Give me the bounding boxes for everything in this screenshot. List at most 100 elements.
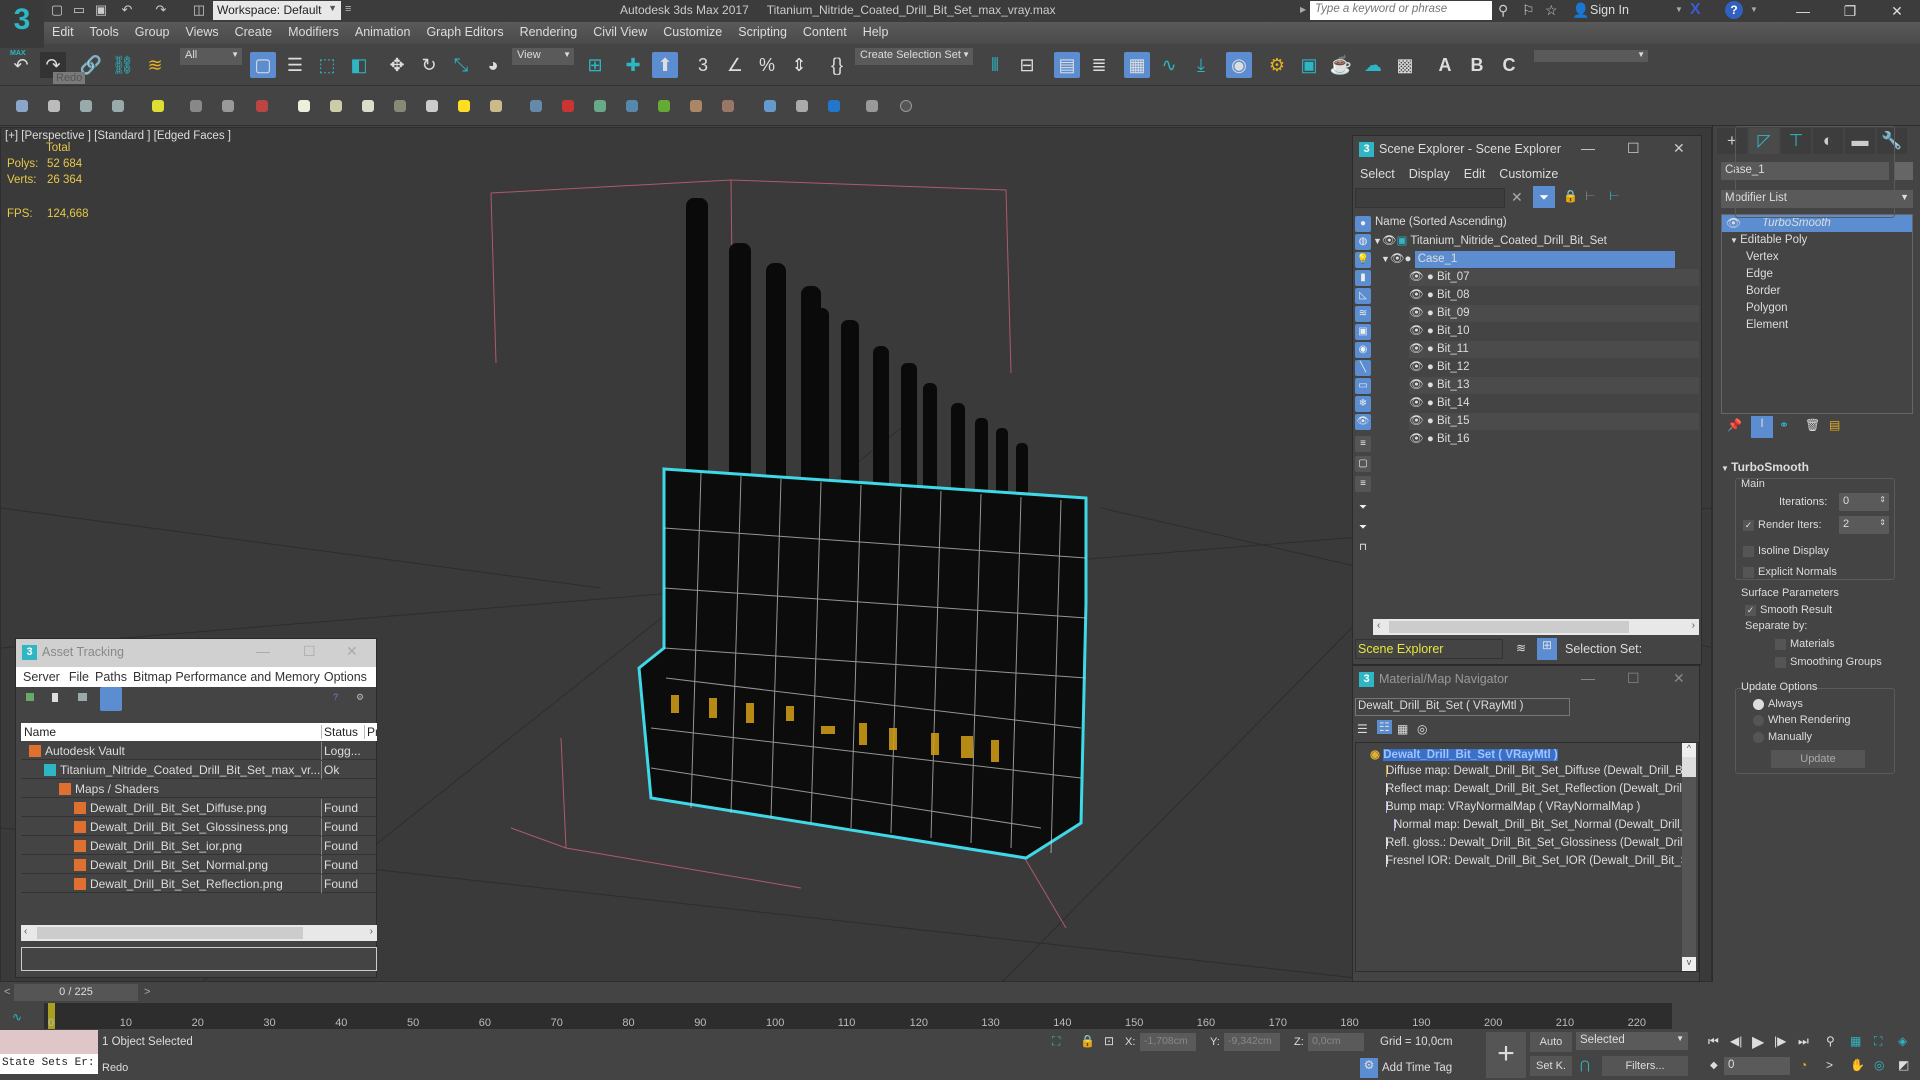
chevron-down-icon[interactable]: ▼ [1750, 5, 1758, 14]
fur-icon[interactable] [626, 100, 638, 112]
map-item[interactable]: Refl. gloss.: Dewalt_Drill_Bit_Set_Gloss… [1386, 837, 1686, 849]
zoom-extents-icon[interactable]: ⛶ [1874, 1034, 1882, 1049]
maximize-button[interactable]: ☐ [1627, 670, 1640, 687]
menu-customize[interactable]: Customize [655, 22, 730, 42]
visibility-eye-icon[interactable]: 👁 [1382, 235, 1397, 247]
star-icon[interactable]: ☆ [1545, 2, 1558, 19]
tree-node[interactable]: 👁 ● Bit_08 [1409, 287, 1699, 304]
server-icon[interactable] [26, 693, 34, 701]
angle-snap-icon[interactable]: ∠ [722, 52, 748, 78]
scene-search-input[interactable] [1355, 188, 1505, 208]
menu-help[interactable]: Help [855, 22, 897, 42]
manually-radio[interactable]: Manually [1753, 731, 1812, 743]
previous-frame-icon[interactable]: ◀| [1730, 1034, 1742, 1048]
filter-icon[interactable]: ⏷ [1355, 520, 1371, 536]
horizontal-scrollbar[interactable]: ‹ › [21, 925, 377, 941]
tree-node[interactable]: 👁 ● Bit_16 [1409, 431, 1699, 448]
vray-settings-icon[interactable] [866, 100, 878, 112]
pin-stack-icon[interactable]: 📌 [1727, 418, 1742, 432]
explicit-normals-checkbox[interactable]: Explicit Normals [1743, 566, 1837, 578]
pivot-center-icon[interactable]: ⊞ [582, 52, 608, 78]
mesh-light-icon[interactable] [394, 100, 406, 112]
materials-checkbox[interactable]: Materials [1775, 638, 1835, 650]
asset-row[interactable]: Dewalt_Drill_Bit_Set_Glossiness.png Found [21, 818, 377, 836]
scroll-left-icon[interactable]: ‹ [1377, 620, 1380, 631]
list-icons-view-icon[interactable]: ☷ [1377, 720, 1392, 734]
placement-icon[interactable]: ◕ [480, 52, 506, 78]
scene-explorer-toggle-icon[interactable]: ▤ [1054, 52, 1080, 78]
asset-row[interactable]: Autodesk Vault Logg... [21, 742, 377, 760]
subobject-edge[interactable]: Edge [1746, 268, 1773, 280]
key-filters-button[interactable]: Filters... [1602, 1056, 1688, 1076]
asset-row[interactable]: Dewalt_Drill_Bit_Set_Normal.png Found [21, 856, 377, 874]
col-pro[interactable]: Pro [364, 725, 377, 739]
add-time-tag[interactable]: Add Time Tag [1382, 1062, 1452, 1074]
percent-snap-icon[interactable]: % [754, 52, 780, 78]
named-selection-dropdown[interactable]: Create Selection Set ▼ [855, 48, 973, 65]
turbosmooth-rollout-header[interactable]: ▼ TurboSmooth [1721, 460, 1809, 474]
plane-light-icon[interactable] [298, 100, 310, 112]
bind-spacewarp-icon[interactable]: ≋ [142, 52, 168, 78]
lock-icon[interactable]: 🔒 [1563, 189, 1578, 203]
go-to-start-icon[interactable]: ⏮ [1708, 1034, 1719, 1049]
rect-selection-icon[interactable]: ⬚ [314, 52, 340, 78]
visibility-eye-icon[interactable]: 👁 [1409, 271, 1424, 283]
a360-gallery-icon[interactable]: ▩ [1392, 52, 1418, 78]
layers-icon[interactable]: ≋ [1516, 641, 1526, 655]
search-expand-icon[interactable]: ▶ [1300, 5, 1306, 14]
search-input[interactable]: Type a keyword or phrase [1310, 1, 1492, 20]
material-navigator-titlebar[interactable]: 3 Material/Map Navigator — ☐ ✕ [1353, 666, 1699, 694]
col-name[interactable]: Name [24, 725, 56, 739]
configure-sets-icon[interactable]: ▤ [1829, 418, 1840, 432]
dope-sheet-icon[interactable]: ⤓ [1188, 52, 1214, 78]
chevron-down-icon[interactable]: ▼ [1675, 5, 1683, 14]
minimize-button[interactable]: — [256, 643, 270, 659]
tree-root[interactable]: ▼👁▣ Titanium_Nitride_Coated_Drill_Bit_Se… [1373, 233, 1699, 250]
map-item[interactable]: Normal map: Dewalt_Drill_Bit_Set_Normal … [1394, 819, 1694, 831]
move-icon[interactable]: ✥ [384, 52, 410, 78]
dome-icon[interactable] [222, 100, 234, 112]
horizontal-scrollbar[interactable]: ‹ › [1373, 619, 1699, 635]
keyboard-shortcut-override-icon[interactable]: ⬆ [652, 52, 678, 78]
menu-bitmap-performance[interactable]: Bitmap Performance and Memory [131, 667, 322, 687]
menu-modifiers[interactable]: Modifiers [280, 22, 347, 42]
app-logo[interactable]: 3 MAX [0, 0, 44, 57]
render-iters-checkbox[interactable]: ✓ Render Iters: [1743, 519, 1822, 531]
help-icon[interactable] [900, 100, 912, 112]
set-key-button[interactable]: Set K. [1530, 1056, 1572, 1076]
minimize-button[interactable]: — [1780, 0, 1826, 22]
displacement-icon[interactable] [594, 100, 606, 112]
helpers-filter-icon[interactable]: ◺ [1355, 288, 1371, 304]
sphere-icon[interactable] [690, 100, 702, 112]
close-button[interactable]: ✕ [346, 643, 358, 660]
next-frame-icon[interactable]: > [144, 986, 150, 998]
close-button[interactable]: ✕ [1874, 0, 1920, 22]
current-frame-spinner[interactable]: 0 [1724, 1057, 1790, 1075]
menu-create[interactable]: Create [227, 22, 281, 42]
tree-node[interactable]: 👁 ● Bit_10 [1409, 323, 1699, 340]
tree-node[interactable]: 👁 ● Bit_15 [1409, 413, 1699, 430]
minimize-button[interactable]: — [1581, 670, 1595, 686]
spacewarps-filter-icon[interactable]: ≋ [1355, 306, 1371, 322]
dome-light-icon[interactable] [362, 100, 374, 112]
show-end-result-icon[interactable]: I [1751, 416, 1773, 438]
object-color-swatch[interactable] [1895, 162, 1913, 180]
maxscript-input[interactable]: State Sets Er: [0, 1054, 98, 1074]
hierarchy-view-icon[interactable]: ⊞ [1537, 638, 1557, 660]
asset-row[interactable]: Maps / Shaders [21, 780, 377, 798]
lights-filter-icon[interactable]: 💡 [1355, 252, 1371, 268]
xrefs-filter-icon[interactable]: ◉ [1355, 342, 1371, 358]
hierarchy-expand-icon[interactable]: ⊢ [1609, 189, 1619, 203]
customize-qat-icon[interactable]: ≡ [345, 3, 351, 15]
asset-row[interactable]: Dewalt_Drill_Bit_Set_Reflection.png Found [21, 875, 377, 893]
vfb-history-icon[interactable] [112, 100, 124, 112]
open-file-icon[interactable]: ▭ [70, 2, 88, 18]
cameras-filter-icon[interactable]: ▮ [1355, 270, 1371, 286]
zoom-icon[interactable]: ⚲ [1826, 1034, 1835, 1048]
mini-curve-editor-icon[interactable]: ∿ [12, 1010, 22, 1024]
subobject-element[interactable]: Element [1746, 319, 1788, 331]
prev-frame-icon[interactable]: < [4, 986, 10, 998]
smooth-result-checkbox[interactable]: ✓ Smooth Result [1745, 604, 1832, 616]
next-frame-icon[interactable]: |▶ [1774, 1034, 1786, 1048]
close-button[interactable]: ✕ [1673, 140, 1685, 157]
